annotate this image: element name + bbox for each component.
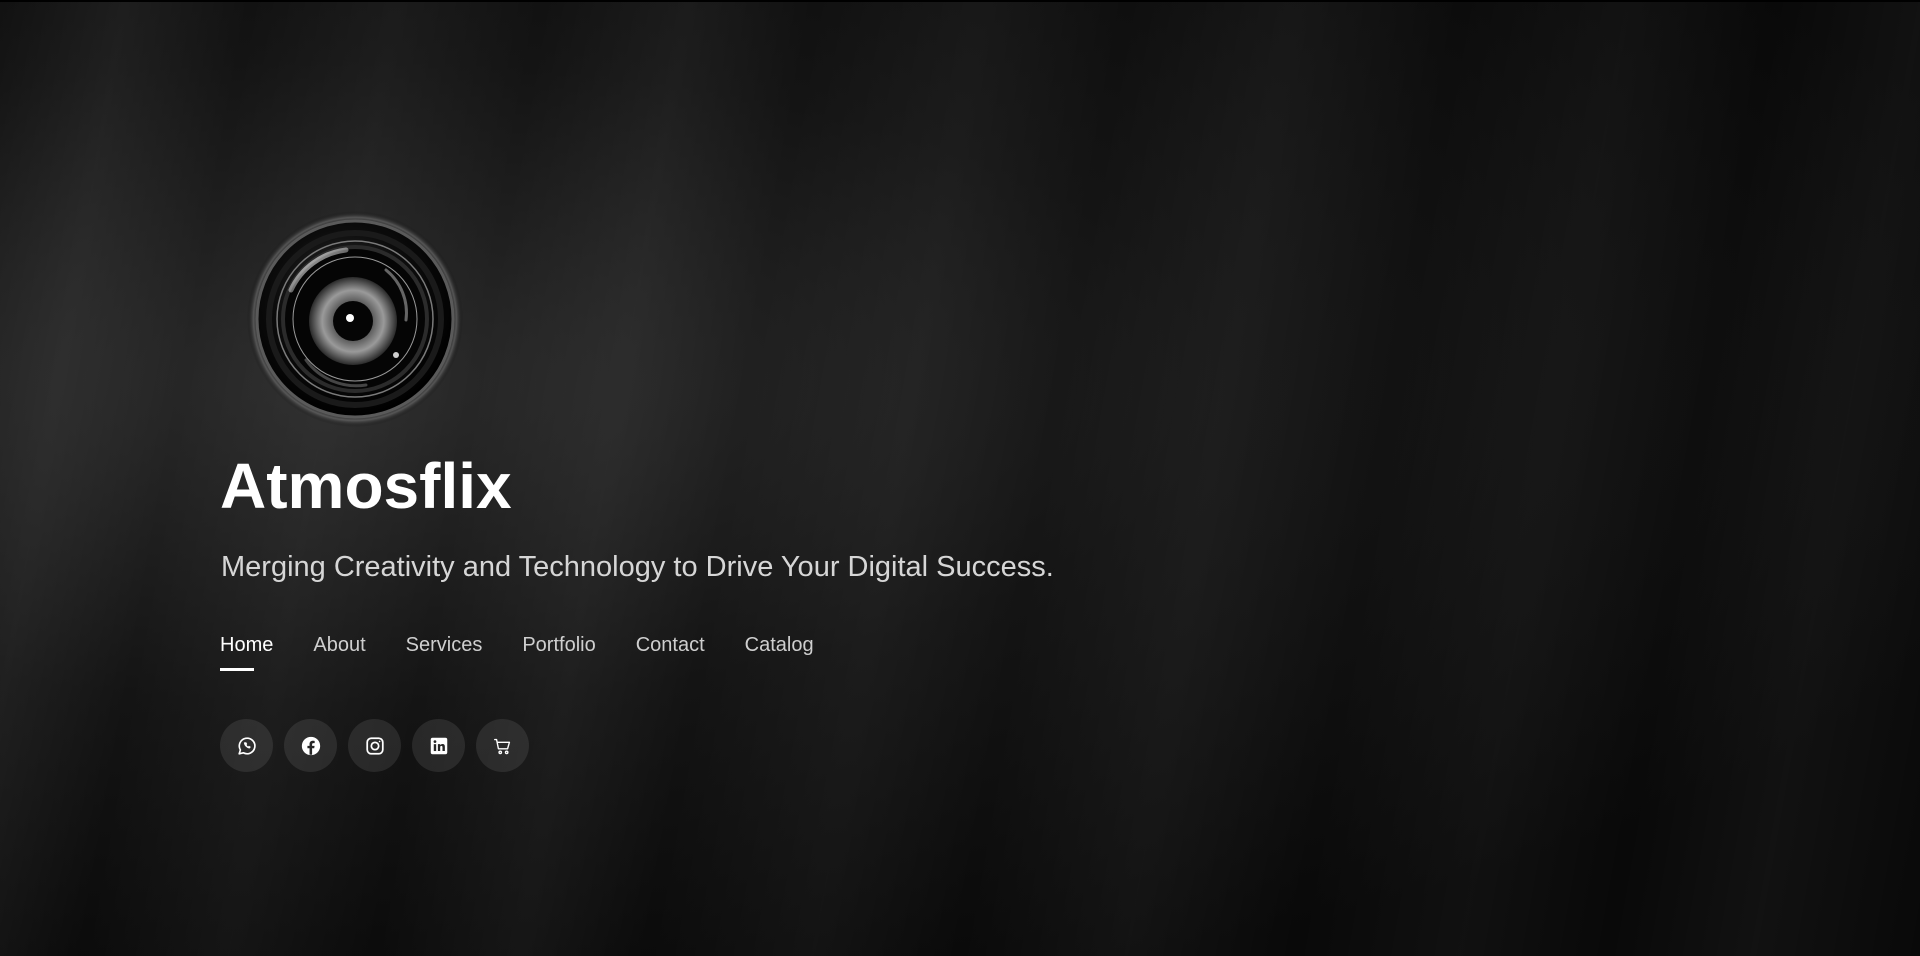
- cart-button[interactable]: [476, 719, 529, 772]
- nav-item-catalog[interactable]: Catalog: [745, 635, 814, 655]
- facebook-icon: [301, 736, 320, 755]
- facebook-button[interactable]: [284, 719, 337, 772]
- instagram-button[interactable]: [348, 719, 401, 772]
- whatsapp-button[interactable]: [220, 719, 273, 772]
- linkedin-icon: [430, 737, 447, 754]
- hero-page: Atmosflix Merging Creativity and Technol…: [0, 0, 1920, 956]
- site-tagline: Merging Creativity and Technology to Dri…: [221, 551, 1054, 583]
- nav-item-contact[interactable]: Contact: [636, 635, 705, 655]
- nav-item-home[interactable]: Home: [220, 635, 273, 671]
- cart-icon: [493, 738, 510, 754]
- site-title: Atmosflix: [220, 450, 512, 522]
- whatsapp-icon: [237, 736, 256, 755]
- lens-logo[interactable]: [246, 210, 464, 428]
- social-links: [220, 719, 529, 772]
- nav-item-services[interactable]: Services: [406, 635, 483, 655]
- nav-item-about[interactable]: About: [313, 635, 365, 655]
- main-nav: Home About Services Portfolio Contact Ca…: [220, 635, 814, 671]
- nav-item-portfolio[interactable]: Portfolio: [522, 635, 595, 655]
- instagram-icon: [365, 736, 384, 755]
- linkedin-button[interactable]: [412, 719, 465, 772]
- top-divider: [0, 0, 1920, 2]
